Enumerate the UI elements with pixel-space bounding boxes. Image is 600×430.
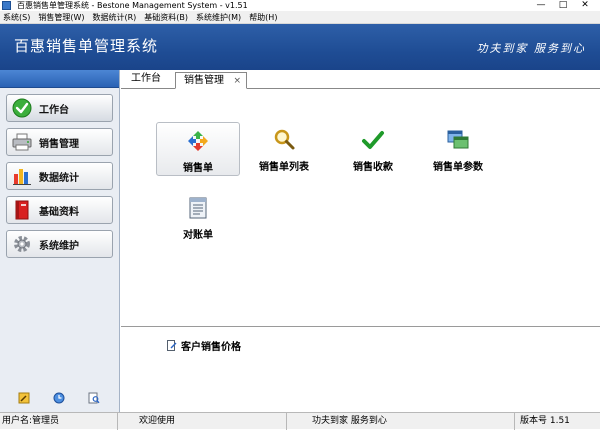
module-label: 销售单参数	[433, 162, 483, 173]
module-label: 对账单	[183, 230, 213, 241]
module-label: 销售单列表	[259, 162, 309, 173]
sidebar-item-statistics[interactable]: 数据统计	[6, 162, 113, 190]
sidebar-item-basic-data[interactable]: 基础资料	[6, 196, 113, 224]
sidebar-item-label: 工作台	[39, 104, 69, 116]
banner-slogan: 功夫到家 服务到心	[476, 42, 586, 55]
recycle-arrows-icon	[188, 131, 208, 151]
app-banner: 百惠销售单管理系统 功夫到家 服务到心	[0, 24, 600, 70]
status-welcome: 欢迎使用	[137, 413, 287, 430]
sidebar-item-maintenance[interactable]: 系统维护	[6, 230, 113, 258]
sidebar-item-sales[interactable]: 销售管理	[6, 128, 113, 156]
menu-system[interactable]: 系统(S)	[0, 12, 34, 23]
main-content: 工作台 销售管理 × 销售单 销售单列表 销售收款 销售单参数 对账单 客户销售…	[121, 70, 600, 412]
tab-close-icon[interactable]: ×	[233, 73, 241, 89]
app-icon	[2, 1, 11, 10]
windows-icon	[447, 130, 469, 149]
window-title: 百惠销售单管理系统 - Bestone Management System - …	[17, 1, 248, 10]
clock-icon[interactable]	[53, 392, 65, 404]
lower-panel: 客户销售价格	[121, 326, 600, 412]
menu-help[interactable]: 帮助(H)	[245, 12, 281, 23]
search-doc-icon[interactable]	[88, 392, 100, 404]
edit-icon[interactable]	[18, 392, 30, 404]
maximize-button[interactable]: □	[558, 0, 568, 10]
check-icon	[362, 131, 384, 149]
module-label: 销售收款	[353, 162, 393, 173]
magnifier-icon	[274, 129, 295, 150]
window-controls: — □ ✕	[536, 0, 590, 10]
tab-label: 销售管理	[184, 75, 224, 86]
sidebar-header	[0, 70, 119, 88]
document-edit-icon	[167, 340, 177, 351]
module-sales-order-params[interactable]: 销售单参数	[416, 122, 500, 176]
module-sales-order[interactable]: 销售单	[156, 122, 240, 176]
module-sales-order-list[interactable]: 销售单列表	[242, 122, 326, 176]
menu-maintenance[interactable]: 系统维护(M)	[192, 12, 245, 23]
tab-sales-management[interactable]: 销售管理 ×	[175, 72, 247, 89]
ledger-icon	[189, 197, 207, 219]
sidebar-item-label: 数据统计	[39, 172, 79, 184]
module-label: 销售单	[183, 163, 213, 174]
sidebar-item-label: 系统维护	[39, 240, 79, 252]
book-icon	[7, 200, 37, 220]
menu-sales[interactable]: 销售管理(W)	[34, 12, 88, 23]
sidebar-tools	[0, 392, 120, 406]
sidebar-item-label: 基础资料	[39, 206, 79, 218]
sidebar-item-workbench[interactable]: 工作台	[6, 94, 113, 122]
module-sales-receipt[interactable]: 销售收款	[331, 122, 415, 176]
statusbar: 用户名:管理员 欢迎使用 功夫到家 服务到心 版本号 1.51	[0, 412, 600, 430]
gear-icon	[7, 234, 37, 254]
customer-sales-price-label: 客户销售价格	[181, 342, 241, 353]
window-titlebar: 百惠销售单管理系统 - Bestone Management System - …	[0, 0, 600, 11]
check-icon	[7, 98, 37, 118]
status-slogan: 功夫到家 服务到心	[310, 413, 515, 430]
status-version: 版本号 1.51	[520, 416, 570, 426]
sidebar: 工作台 销售管理 数据统计 基础资料 系统维护	[0, 70, 120, 412]
menu-basic-data[interactable]: 基础资料(B)	[140, 12, 192, 23]
close-button[interactable]: ✕	[580, 0, 590, 10]
tab-workbench[interactable]: 工作台	[121, 71, 169, 88]
sidebar-item-label: 销售管理	[39, 138, 79, 150]
module-statement[interactable]: 对账单	[156, 190, 240, 244]
minimize-button[interactable]: —	[536, 0, 546, 10]
customer-sales-price-link[interactable]: 客户销售价格	[167, 338, 241, 353]
tab-bar: 工作台 销售管理 ×	[121, 70, 600, 89]
app-title: 百惠销售单管理系统	[14, 37, 159, 55]
bar-chart-icon	[7, 166, 37, 186]
status-user: 用户名:管理员	[0, 413, 118, 430]
menubar: 系统(S) 销售管理(W) 数据统计(R) 基础资料(B) 系统维护(M) 帮助…	[0, 11, 600, 24]
printer-icon	[7, 132, 37, 152]
menu-statistics[interactable]: 数据统计(R)	[88, 12, 140, 23]
